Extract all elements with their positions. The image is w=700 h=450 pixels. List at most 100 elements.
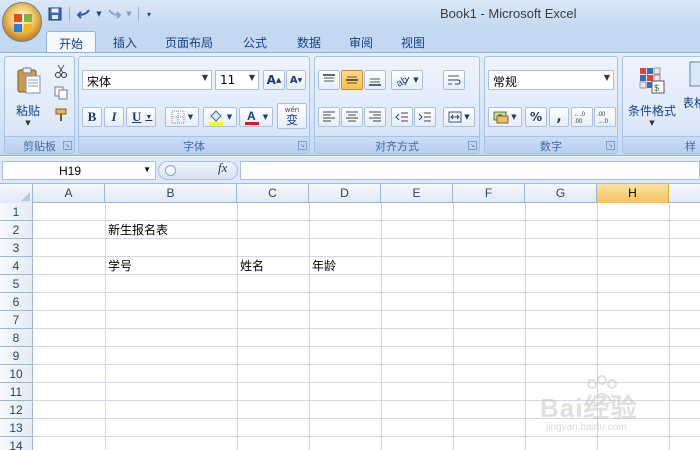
align-middle-button[interactable] <box>341 70 363 90</box>
increase-indent-button[interactable] <box>414 107 436 127</box>
wrap-text-button[interactable] <box>443 70 465 90</box>
cell-c4[interactable]: 姓名 <box>237 257 264 275</box>
number-format-value: 常规 <box>493 75 518 89</box>
font-size-select[interactable]: 11 ▼ <box>215 70 259 90</box>
row-header[interactable]: 11 <box>0 383 33 401</box>
copy-button[interactable] <box>51 83 71 103</box>
column-header-d[interactable]: D <box>309 184 381 203</box>
align-right-button[interactable] <box>364 107 386 127</box>
grid-line <box>105 203 106 450</box>
format-as-table-label: 表格 <box>683 96 700 110</box>
row-header[interactable]: 10 <box>0 365 33 383</box>
chevron-down-icon: ▼ <box>413 76 419 84</box>
redo-dropdown-icon[interactable]: ▼ <box>125 5 133 23</box>
align-center-button[interactable] <box>341 107 363 127</box>
increase-decimal-button[interactable]: ←.0.00 <box>571 107 593 127</box>
cell-d4[interactable]: 年龄 <box>309 257 336 275</box>
row-header[interactable]: 3 <box>0 239 33 257</box>
column-header-b[interactable]: B <box>105 184 237 203</box>
table-format-icon <box>689 61 700 87</box>
formula-input[interactable] <box>240 161 700 180</box>
decrease-decimal-button[interactable]: .00 →.0 <box>594 107 616 127</box>
cut-button[interactable] <box>51 61 71 81</box>
underline-button[interactable]: U ▼ <box>126 107 156 127</box>
chevron-down-icon: ▼ <box>603 73 610 82</box>
row-header[interactable]: 2 <box>0 221 33 239</box>
number-launcher-icon[interactable]: ↘ <box>606 141 615 150</box>
column-header-e[interactable]: E <box>381 184 453 203</box>
redo-icon[interactable] <box>105 5 123 23</box>
tab-view[interactable]: 视图 <box>390 31 436 52</box>
cell-b4[interactable]: 学号 <box>105 257 132 275</box>
tab-formulas[interactable]: 公式 <box>232 31 278 52</box>
undo-icon[interactable] <box>75 5 93 23</box>
borders-button[interactable]: ▼ <box>165 107 199 127</box>
tab-page-layout[interactable]: 页面布局 <box>158 31 220 52</box>
row-header[interactable]: 12 <box>0 401 33 419</box>
clipboard-launcher-icon[interactable]: ↘ <box>63 141 72 150</box>
save-icon[interactable] <box>46 5 64 23</box>
baidu-watermark: Bai经验 jingyan.baidu.com <box>540 375 690 438</box>
row-header[interactable]: 7 <box>0 311 33 329</box>
cell-b2[interactable]: 新生报名表 <box>105 221 168 239</box>
tab-data[interactable]: 数据 <box>286 31 332 52</box>
font-color-button[interactable]: A ▼ <box>239 107 273 127</box>
tab-insert[interactable]: 插入 <box>100 31 150 52</box>
fill-color-button[interactable]: ▼ <box>203 107 237 127</box>
column-header-f[interactable]: F <box>453 184 525 203</box>
decrease-indent-button[interactable] <box>391 107 413 127</box>
format-as-table-button[interactable]: 表格 <box>683 59 700 133</box>
font-launcher-icon[interactable]: ↘ <box>298 141 307 150</box>
grid-line <box>33 256 700 257</box>
customize-qat-icon[interactable]: ▾ <box>144 5 154 23</box>
align-center-icon <box>346 111 358 122</box>
tab-home[interactable]: 开始 <box>46 31 96 52</box>
select-all-icon <box>21 192 30 201</box>
italic-button[interactable]: I <box>104 107 124 127</box>
column-header-c[interactable]: C <box>237 184 309 203</box>
window-title: Book1 - Microsoft Excel <box>440 6 577 21</box>
group-alignment: ab ▼ ▼ 对齐方式 ↘ <box>314 56 480 154</box>
align-left-button[interactable] <box>318 107 340 127</box>
number-format-select[interactable]: 常规 ▼ <box>488 70 614 90</box>
chevron-down-icon: ▼ <box>248 73 255 82</box>
row-header[interactable]: 6 <box>0 293 33 311</box>
office-button[interactable] <box>2 2 42 42</box>
insert-function-button[interactable]: fx <box>218 160 227 176</box>
align-top-button[interactable] <box>318 70 340 90</box>
percent-style-button[interactable]: % <box>525 107 547 127</box>
row-header[interactable]: 4 <box>0 257 33 275</box>
font-name-select[interactable]: 宋体 ▼ <box>82 70 212 90</box>
alignment-launcher-icon[interactable]: ↘ <box>468 141 477 150</box>
column-header-a[interactable]: A <box>33 184 105 203</box>
undo-dropdown-icon[interactable]: ▼ <box>95 5 103 23</box>
row-header[interactable]: 13 <box>0 419 33 437</box>
conditional-formatting-label: 条件格式 <box>627 103 676 118</box>
column-header-g[interactable]: G <box>525 184 597 203</box>
bold-button[interactable]: B <box>82 107 102 127</box>
align-bottom-icon <box>369 78 381 86</box>
svg-text:→.0: →.0 <box>597 119 609 124</box>
paste-button[interactable]: 粘贴 ▼ <box>8 59 48 133</box>
tab-review[interactable]: 审阅 <box>338 31 384 52</box>
accounting-format-button[interactable]: ▼ <box>488 107 522 127</box>
shrink-font-button[interactable]: A ▼ <box>286 70 306 90</box>
select-all-button[interactable] <box>0 184 33 203</box>
conditional-formatting-icon: $ <box>639 67 665 93</box>
orientation-button[interactable]: ab ▼ <box>391 70 423 90</box>
name-box[interactable]: H19 ▼ <box>2 161 156 180</box>
grow-font-button[interactable]: A ▲ <box>263 70 285 90</box>
column-header-h[interactable]: H <box>597 184 669 203</box>
row-header[interactable]: 1 <box>0 203 33 221</box>
conditional-formatting-button[interactable]: $ 条件格式 ▼ <box>625 59 679 133</box>
phonetic-guide-button[interactable]: wén 变 <box>277 103 307 129</box>
align-bottom-button[interactable] <box>364 70 386 90</box>
format-painter-button[interactable] <box>51 105 71 125</box>
row-header[interactable]: 9 <box>0 347 33 365</box>
comma-style-button[interactable]: , <box>549 107 569 127</box>
row-header[interactable]: 14 <box>0 437 33 450</box>
merge-center-button[interactable]: ▼ <box>443 107 475 127</box>
font-color-icon: A <box>244 109 259 125</box>
row-header[interactable]: 8 <box>0 329 33 347</box>
row-header[interactable]: 5 <box>0 275 33 293</box>
